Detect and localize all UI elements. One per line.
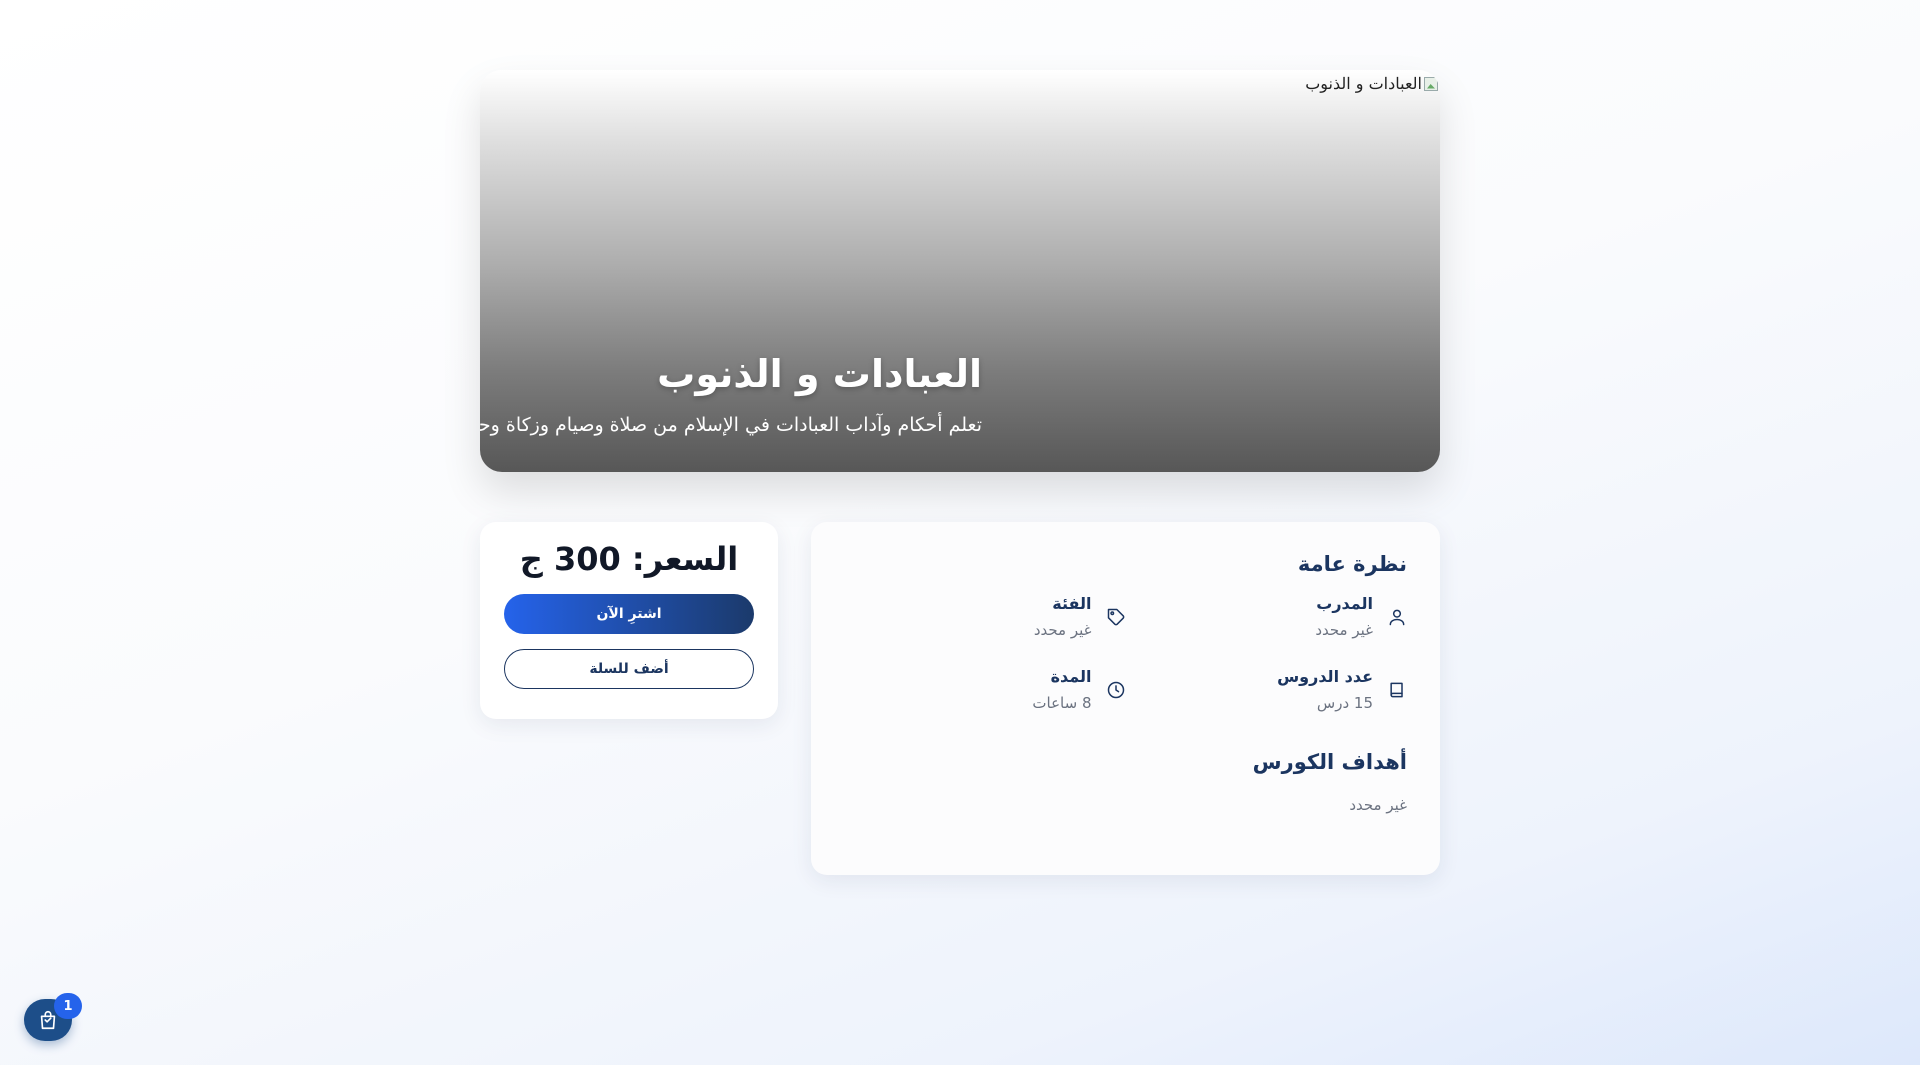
info-item-instructor: المدرب غير محدد	[1126, 594, 1408, 639]
course-title: العبادات و الذنوب	[657, 352, 982, 396]
info-label: الفئة	[1052, 594, 1092, 613]
info-label: المدة	[1050, 667, 1092, 686]
info-item-category: الفئة غير محدد	[844, 594, 1126, 639]
hero-image: العبادات و الذنوب	[1305, 74, 1438, 93]
goals-value: غير محدد	[1349, 796, 1407, 814]
course-subtitle: تعلم أحكام وآداب العبادات في الإسلام من …	[480, 414, 982, 436]
overview-card: نظرة عامة المدرب غير محدد الفئة غير محدد…	[811, 522, 1440, 875]
info-value: غير محدد	[1033, 621, 1092, 639]
add-to-cart-button[interactable]: أضف للسلة	[504, 649, 754, 689]
info-grid: المدرب غير محدد الفئة غير محدد عدد الدرو…	[844, 594, 1407, 712]
info-value: 15 درس	[1316, 694, 1373, 712]
broken-image-icon	[1424, 76, 1438, 91]
course-hero: العبادات و الذنوب العبادات و الذنوب تعلم…	[480, 70, 1440, 472]
tag-icon	[1107, 608, 1124, 625]
clock-icon	[1107, 681, 1124, 698]
cart-count-badge: 1	[54, 993, 82, 1019]
hero-image-alt: العبادات و الذنوب	[1305, 74, 1422, 93]
book-icon	[1390, 682, 1403, 697]
overview-title: نظرة عامة	[1297, 552, 1407, 576]
user-icon	[1389, 609, 1405, 625]
info-item-duration: المدة 8 ساعات	[844, 667, 1126, 712]
info-label: المدرب	[1316, 594, 1373, 613]
info-value: 8 ساعات	[1032, 694, 1092, 712]
info-item-lessons: عدد الدروس 15 درس	[1126, 667, 1408, 712]
goals-title: أهداف الكورس	[1252, 750, 1407, 774]
info-label: عدد الدروس	[1277, 667, 1373, 686]
floating-cart-button[interactable]: 1	[24, 993, 82, 1041]
hero-text: العبادات و الذنوب تعلم أحكام وآداب العبا…	[480, 352, 982, 436]
buy-now-button[interactable]: اشترِ الآن	[504, 594, 754, 634]
info-value: غير محدد	[1315, 621, 1373, 639]
course-price: السعر: 300 ج	[519, 540, 739, 578]
price-card: السعر: 300 ج اشترِ الآن أضف للسلة	[480, 522, 778, 719]
